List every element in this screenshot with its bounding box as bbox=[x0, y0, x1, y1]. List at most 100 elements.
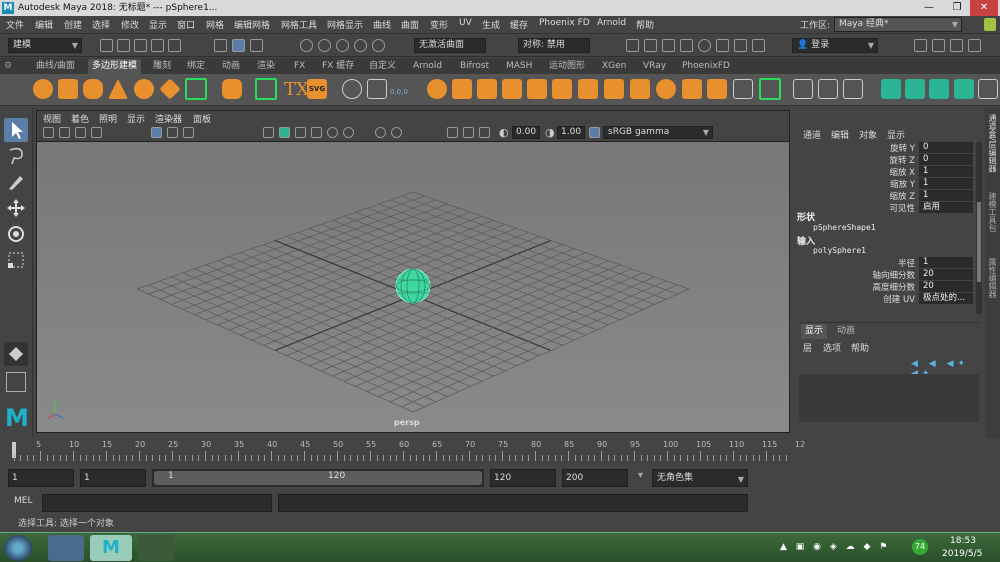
vray-icon[interactable] bbox=[752, 39, 765, 52]
menu-mesh-display[interactable]: 网格显示 bbox=[327, 18, 363, 31]
shelf-tab-arnold[interactable]: Arnold bbox=[409, 59, 446, 74]
shelf-tab-rendering[interactable]: 渲染 bbox=[253, 59, 279, 74]
channel-value[interactable]: 1 bbox=[919, 190, 973, 201]
menu-generate[interactable]: 生成 bbox=[482, 18, 500, 31]
shadows-icon[interactable] bbox=[343, 127, 354, 138]
lasso-tool-icon[interactable] bbox=[4, 144, 28, 168]
menu-deform[interactable]: 变形 bbox=[430, 18, 448, 31]
shelf-tab-mash[interactable]: MASH bbox=[502, 59, 536, 74]
shelf-tab-fx[interactable]: FX bbox=[290, 59, 309, 74]
input-value[interactable]: 20 bbox=[919, 269, 973, 280]
max-frame-field[interactable]: 200 bbox=[562, 469, 628, 487]
lights-icon[interactable] bbox=[327, 127, 338, 138]
merge-icon[interactable] bbox=[707, 79, 727, 99]
bridge-icon[interactable] bbox=[578, 79, 598, 99]
textured-icon[interactable] bbox=[311, 127, 322, 138]
uv-editor-icon[interactable] bbox=[978, 79, 998, 99]
menu-mesh-tools[interactable]: 网格工具 bbox=[281, 18, 317, 31]
edge-loop-icon[interactable] bbox=[818, 79, 838, 99]
shelf-tab-bifrost[interactable]: Bifrost bbox=[456, 59, 493, 74]
channel-scrollbar[interactable] bbox=[976, 142, 982, 314]
input-value[interactable]: 20 bbox=[919, 281, 973, 292]
layer-list[interactable] bbox=[799, 374, 979, 422]
chevron-down-icon[interactable]: ▾ bbox=[638, 470, 643, 481]
lock-icon[interactable] bbox=[984, 18, 996, 31]
undo-icon[interactable] bbox=[151, 39, 164, 52]
bevel-icon[interactable] bbox=[656, 79, 676, 99]
menu-display[interactable]: 显示 bbox=[149, 18, 167, 31]
select-tool-icon[interactable] bbox=[4, 118, 28, 142]
target-weld-icon[interactable] bbox=[793, 79, 813, 99]
taskbar-app-qq-icon[interactable] bbox=[138, 535, 174, 561]
layer-menu-options[interactable]: 选项 bbox=[823, 341, 841, 354]
channel-value[interactable]: 0 bbox=[919, 142, 973, 153]
shelf-tab-poly-modeling[interactable]: 多边形建模 bbox=[88, 59, 142, 74]
shelf-tab-curves[interactable]: 曲线/曲面 bbox=[32, 59, 79, 74]
sphere-object[interactable] bbox=[395, 268, 431, 304]
shelf-tab-sculpt[interactable]: 雕刻 bbox=[149, 59, 175, 74]
layer-menu-layers[interactable]: 层 bbox=[803, 341, 812, 354]
snap-live-icon[interactable] bbox=[372, 39, 385, 52]
channel-value[interactable]: 1 bbox=[919, 166, 973, 177]
menu-help[interactable]: 帮助 bbox=[636, 18, 654, 31]
taskbar-app-maya-icon[interactable]: M bbox=[90, 535, 132, 561]
xray-icon[interactable] bbox=[463, 127, 474, 138]
clock-time[interactable]: 18:53 bbox=[950, 536, 976, 546]
super-shape-icon[interactable] bbox=[255, 78, 277, 100]
input-row[interactable]: 创建 UV 极点处的... bbox=[793, 293, 975, 305]
arnold-render-icon[interactable] bbox=[716, 39, 729, 52]
side-tab-modeling-toolkit[interactable]: 建模工具包 bbox=[987, 192, 998, 232]
uv-spherical-icon[interactable] bbox=[929, 79, 949, 99]
type-tool-icon[interactable]: TX bbox=[284, 79, 309, 100]
append-icon[interactable] bbox=[682, 79, 702, 99]
end-frame-field[interactable]: 120 bbox=[490, 469, 556, 487]
start-button-icon[interactable] bbox=[4, 535, 32, 561]
gamma-field[interactable]: 1.00 bbox=[557, 126, 585, 139]
camera-select-icon[interactable] bbox=[43, 127, 54, 138]
menu-window[interactable]: 窗口 bbox=[177, 18, 195, 31]
render-settings-icon[interactable] bbox=[680, 39, 693, 52]
menu-modify[interactable]: 修改 bbox=[121, 18, 139, 31]
resolution-gate-icon[interactable] bbox=[183, 127, 194, 138]
tool-settings-toggle-icon[interactable] bbox=[950, 39, 963, 52]
poly-cone-icon[interactable] bbox=[108, 79, 128, 99]
channel-value[interactable]: 启用 bbox=[919, 202, 973, 213]
menu-phoenixfd[interactable]: Phoenix FD bbox=[539, 18, 590, 28]
menu-curves[interactable]: 曲线 bbox=[373, 18, 391, 31]
menu-mesh[interactable]: 网格 bbox=[206, 18, 224, 31]
channel-value[interactable]: 0 bbox=[919, 154, 973, 165]
hypershade-icon[interactable] bbox=[698, 39, 711, 52]
attribute-editor-toggle-icon[interactable] bbox=[932, 39, 945, 52]
extract-icon[interactable] bbox=[502, 79, 522, 99]
move-tool-icon[interactable] bbox=[4, 196, 28, 220]
redo-icon[interactable] bbox=[168, 39, 181, 52]
cb-tab-edit[interactable]: 编辑 bbox=[831, 128, 849, 141]
fill-hole-icon[interactable] bbox=[604, 79, 624, 99]
xray-joints-icon[interactable] bbox=[479, 127, 490, 138]
colorspace-dropdown[interactable]: sRGB gamma ▼ bbox=[603, 126, 713, 139]
shelf-tab-xgen[interactable]: XGen bbox=[598, 59, 630, 74]
mel-label[interactable]: MEL bbox=[14, 496, 32, 506]
poly-cube-icon[interactable] bbox=[58, 79, 78, 99]
cb-tab-object[interactable]: 对象 bbox=[859, 128, 877, 141]
isolate-select-icon[interactable] bbox=[447, 127, 458, 138]
symmetry-dropdown[interactable]: 对称: 禁用 bbox=[518, 38, 590, 53]
menu-create[interactable]: 创建 bbox=[64, 18, 82, 31]
poly-cylinder-icon[interactable] bbox=[83, 79, 103, 99]
svg-tool-icon[interactable]: SVG bbox=[307, 79, 327, 99]
boolean-icon[interactable] bbox=[527, 79, 547, 99]
gear-icon[interactable]: ⚙ bbox=[4, 61, 14, 71]
poly-disc-icon[interactable] bbox=[185, 78, 207, 100]
menu-arnold[interactable]: Arnold bbox=[597, 18, 626, 28]
ipr-render-icon[interactable] bbox=[662, 39, 675, 52]
start-frame-field[interactable]: 1 bbox=[8, 469, 74, 487]
mirror-icon[interactable] bbox=[552, 79, 572, 99]
cb-tab-channels[interactable]: 通道 bbox=[803, 128, 821, 141]
image-plane-icon[interactable] bbox=[91, 127, 102, 138]
current-frame-field[interactable]: 1 bbox=[80, 469, 146, 487]
panel-divider[interactable] bbox=[799, 322, 979, 323]
minimize-button[interactable]: — bbox=[915, 0, 943, 16]
channel-row[interactable]: 旋转 Z 0 bbox=[793, 154, 975, 166]
select-object-icon[interactable] bbox=[232, 39, 245, 52]
vp-menu-panels[interactable]: 面板 bbox=[193, 112, 211, 125]
